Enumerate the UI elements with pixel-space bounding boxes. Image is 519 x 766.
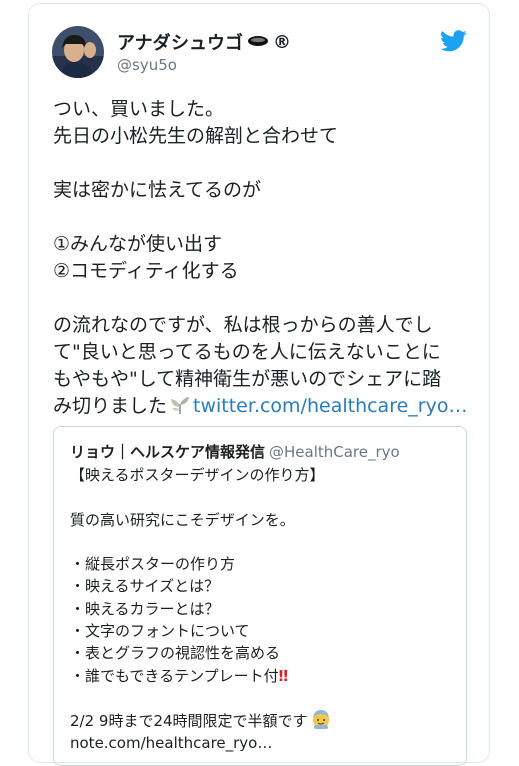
quoted-line-text: 2/2 9時まで24時間限定で半額です — [70, 712, 308, 731]
tweet-line-text: み切りました — [53, 395, 168, 417]
plant-icon — [169, 395, 191, 423]
author-display-name[interactable]: アナダシュウゴ ® — [117, 29, 291, 55]
tweet-line: 実は密かに怯えてるのが — [53, 179, 262, 201]
avatar[interactable] — [52, 26, 104, 78]
tweet-card: アナダシュウゴ ® @syu5o つい、買いました。 先日の小松先生の解剖と合わ… — [28, 3, 490, 766]
tweet-last-line: み切りました twitter.com/healthcare_ryo… — [53, 393, 478, 420]
tweet-line: つい、買いました。 — [53, 98, 225, 120]
quoted-author-handle: @HealthCare_ryo — [269, 443, 400, 461]
quoted-line: ・縦長ポスターの作り方 — [70, 555, 236, 574]
quoted-line: ・表とグラフの視認性を高める — [70, 644, 281, 663]
quoted-text: 【映えるポスターデザインの作り方】 質の高い研究にこそデザインを。 ・縦長ポスタ… — [70, 464, 460, 754]
quoted-line: 質の高い研究にこそデザインを。 — [70, 510, 295, 529]
tweet-line: て"良いと思ってるものを人に伝えないことに — [53, 341, 441, 363]
quoted-line: ・映えるカラーとは？ — [70, 599, 220, 618]
quoted-blank-line — [70, 687, 460, 709]
author-badge: ® — [273, 31, 291, 53]
tweet-link[interactable]: twitter.com/healthcare_ryo… — [193, 395, 467, 417]
quoted-tweet[interactable]: リョウ｜ヘルスケア情報発信 @HealthCare_ryo 【映えるポスターデザイ… — [53, 426, 467, 766]
quoted-line: 【映えるポスターデザインの作り方】 — [70, 466, 325, 484]
quoted-line-text: ・誰でもできるテンプレート付 — [70, 666, 279, 685]
author-name-text: アナダシュウゴ — [117, 33, 243, 54]
quoted-blank-line — [70, 486, 460, 508]
tweet-line: もやもや"して精神衛生が悪いのでシェアに踏 — [53, 368, 442, 390]
tweet-line: ②コモディティ化する — [53, 260, 239, 282]
double-exclamation-mark: ‼ — [278, 666, 289, 685]
face-emoji-icon — [311, 709, 331, 735]
quoted-blank-line — [70, 531, 460, 553]
quoted-line: ・文字のフォントについて — [70, 622, 250, 641]
quoted-header: リョウ｜ヘルスケア情報発信 @HealthCare_ryo — [70, 441, 400, 462]
quoted-sale-line: 2/2 9時まで24時間限定で半額です — [70, 709, 460, 731]
quoted-line: ・映えるサイズとは？ — [70, 577, 220, 596]
twitter-bird-icon[interactable] — [440, 30, 467, 52]
tweet-line: の流れなのですが、私は根っからの善人でし — [53, 314, 433, 336]
tweet-text: つい、買いました。 先日の小松先生の解剖と合わせて 実は密かに怯えてるのが ①み… — [53, 96, 478, 420]
tweet-line: ①みんなが使い出す — [53, 233, 223, 255]
author-handle[interactable]: @syu5o — [117, 56, 177, 74]
quoted-template-line: ・誰でもできるテンプレート付‼ — [70, 665, 460, 687]
glasses-icon — [247, 32, 269, 53]
quoted-author-name: リョウ｜ヘルスケア情報発信 — [70, 443, 266, 461]
tweet-line: 先日の小松先生の解剖と合わせて — [53, 125, 339, 147]
quoted-url[interactable]: note.com/healthcare_ryo… — [70, 732, 460, 754]
